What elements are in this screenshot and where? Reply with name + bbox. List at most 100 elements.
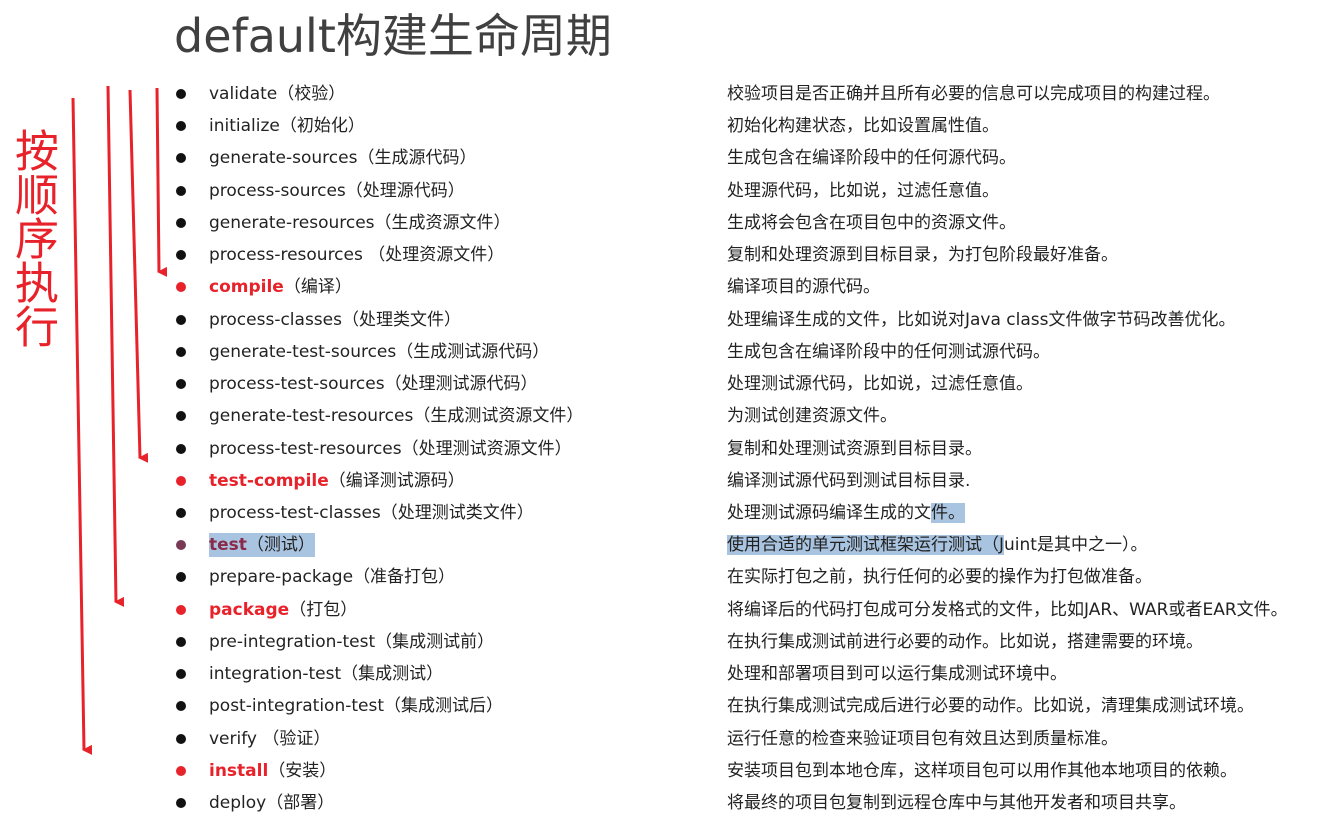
phase-name: initialize (209, 116, 280, 136)
phase-name: generate-resources (209, 213, 375, 233)
phase-description: 处理测试源码编译生成的文件。 (727, 501, 965, 525)
description-part: 件。 (931, 503, 965, 523)
phase-label: generate-test-resources（生成测试资源文件） (209, 404, 583, 428)
phase-row-test-compile: test-compile（编译测试源码） 编译测试源代码到测试目标目录. (0, 465, 1336, 497)
phase-cn-name: （处理源代码） (345, 181, 465, 201)
phase-name: verify (209, 729, 257, 749)
phase-description: 复制和处理资源到目标目录，为打包阶段最好准备。 (727, 245, 1118, 265)
phase-description: 生成包含在编译阶段中的任何源代码。 (727, 148, 1016, 168)
phase-name: integration-test (209, 664, 342, 684)
phase-name: process-resources (209, 245, 363, 265)
phase-cn-name: （集成测试前） (375, 632, 495, 652)
bullet-icon (176, 798, 186, 808)
bullet-icon (176, 734, 186, 744)
phase-name: process-classes (209, 310, 342, 330)
phase-row-verify: verify （验证） 运行任意的检查来验证项目包有效且达到质量标准。 (0, 723, 1336, 755)
phase-label: verify （验证） (209, 727, 330, 751)
phase-label: compile（编译） (209, 275, 352, 299)
bullet-icon (176, 701, 186, 711)
phase-row-package: package（打包） 将编译后的代码打包成可分发格式的文件，比如JAR、WAR或… (0, 594, 1336, 626)
phase-row-prepare-package: prepare-package（准备打包） 在实际打包之前，执行任何的必要的操作为… (0, 561, 1336, 593)
bullet-icon (176, 572, 186, 582)
phase-name: test (209, 535, 247, 555)
phase-cn-name: （校验） (277, 84, 346, 104)
phase-description: 生成包含在编译阶段中的任何测试源代码。 (727, 342, 1050, 362)
bullet-icon (176, 444, 186, 454)
phase-cn-name: （打包） (289, 600, 358, 620)
bullet-icon (176, 476, 186, 486)
phase-description: 生成将会包含在项目包中的资源文件。 (727, 213, 1016, 233)
phase-label: initialize（初始化） (209, 114, 365, 138)
bullet-icon (176, 379, 186, 389)
phase-cn-name: （验证） (256, 729, 331, 749)
phase-description: 将最终的项目包复制到远程仓库中与其他开发者和项目共享。 (727, 793, 1186, 813)
phase-cn-name: （编译测试源码） (328, 471, 465, 491)
phase-name: package (209, 600, 290, 620)
description-part: 使用合适的单元测试框架运行测试（J (727, 535, 1005, 555)
phase-description: 将编译后的代码打包成可分发格式的文件，比如JAR、WAR或者EAR文件。 (727, 600, 1288, 620)
phase-description: 为测试创建资源文件。 (727, 406, 897, 426)
phase-row-deploy: deploy（部署） 将最终的项目包复制到远程仓库中与其他开发者和项目共享。 (0, 787, 1336, 819)
phase-row-process-classes: process-classes（处理类文件） 处理编译生成的文件，比如说对Java… (0, 304, 1336, 336)
bullet-icon (176, 153, 186, 163)
phase-row-test: test（测试） 使用合适的单元测试框架运行测试（Juint是其中之一）。 (0, 529, 1336, 561)
phase-label: generate-test-sources（生成测试源代码） (209, 340, 549, 364)
phase-row-process-test-classes: process-test-classes（处理测试类文件） 处理测试源码编译生成的… (0, 497, 1336, 529)
bullet-icon (176, 637, 186, 647)
phase-description: 处理编译生成的文件，比如说对Java class文件做字节码改善优化。 (727, 310, 1236, 330)
phase-name: generate-test-sources (209, 342, 397, 362)
phase-cn-name: （安装） (268, 761, 337, 781)
phase-name: generate-test-resources (209, 406, 414, 426)
phase-cn-name: （生成测试资源文件） (413, 406, 584, 426)
phase-cn-name: （处理测试源代码） (384, 374, 538, 394)
phase-row-generate-resources: generate-resources（生成资源文件） 生成将会包含在项目包中的资源… (0, 207, 1336, 239)
phase-label: integration-test（集成测试） (209, 662, 443, 686)
phase-cn-name: （初始化） (279, 116, 365, 136)
phase-row-process-sources: process-sources（处理源代码） 处理源代码，比如说，过滤任意值。 (0, 175, 1336, 207)
phase-description: 使用合适的单元测试框架运行测试（Juint是其中之一）。 (727, 533, 1147, 557)
phase-cn-name: （处理类文件） (341, 310, 461, 330)
description-part: uint是其中之一）。 (1004, 535, 1148, 555)
phase-description: 安装项目包到本地仓库，这样项目包可以用作其他本地项目的依赖。 (727, 761, 1237, 781)
phase-cn-name: （生成测试源代码） (396, 342, 550, 362)
phase-name: generate-sources (209, 148, 358, 168)
bullet-icon (176, 121, 186, 131)
phase-cn-name: （生成资源文件） (374, 213, 511, 233)
phase-name: prepare-package (209, 567, 354, 587)
phase-cn-name: （处理资源文件） (362, 245, 505, 265)
bullet-icon (176, 605, 186, 615)
phase-cn-name: （准备打包） (353, 567, 456, 587)
phase-label: post-integration-test（集成测试后） (209, 694, 503, 718)
phase-name: process-test-resources (209, 439, 402, 459)
phase-cn-name: （编译） (283, 277, 352, 297)
phase-description: 校验项目是否正确并且所有必要的信息可以完成项目的构建过程。 (727, 84, 1220, 104)
phase-description: 在执行集成测试完成后进行必要的动作。比如说，清理集成测试环境。 (727, 696, 1254, 716)
phase-label: package（打包） (209, 598, 357, 622)
phase-label: generate-resources（生成资源文件） (209, 211, 511, 235)
bullet-icon (176, 186, 186, 196)
phase-name: deploy (209, 793, 267, 813)
phase-row-generate-test-sources: generate-test-sources（生成测试源代码） 生成包含在编译阶段中… (0, 336, 1336, 368)
phase-cn-name: （测试） (246, 535, 315, 555)
phase-description: 初始化构建状态，比如设置属性值。 (727, 116, 999, 136)
phase-label: pre-integration-test（集成测试前） (209, 630, 494, 654)
phase-name: process-test-sources (209, 374, 385, 394)
bullet-icon (176, 540, 186, 550)
phase-row-validate: validate（校验） 校验项目是否正确并且所有必要的信息可以完成项目的构建过程… (0, 78, 1336, 110)
description-part: 处理测试源码编译生成的文 (727, 503, 931, 523)
phase-row-post-integration-test: post-integration-test（集成测试后） 在执行集成测试完成后进行… (0, 690, 1336, 722)
phase-description: 复制和处理测试资源到目标目录。 (727, 439, 982, 459)
phase-cn-name: （集成测试） (341, 664, 444, 684)
bullet-icon (176, 282, 186, 292)
phase-name: post-integration-test (209, 696, 385, 716)
phase-label: prepare-package（准备打包） (209, 565, 455, 589)
phase-label: test（测试） (209, 533, 315, 557)
phase-row-generate-test-resources: generate-test-resources（生成测试资源文件） 为测试创建资源… (0, 400, 1336, 432)
phase-description: 处理测试源代码，比如说，过滤任意值。 (727, 374, 1033, 394)
bullet-icon (176, 766, 186, 776)
bullet-icon (176, 89, 186, 99)
phase-row-process-test-resources: process-test-resources（处理测试资源文件） 复制和处理测试资… (0, 433, 1336, 465)
phase-label: deploy（部署） (209, 791, 334, 815)
phase-label: process-sources（处理源代码） (209, 179, 465, 203)
phase-description: 编译项目的源代码。 (727, 277, 880, 297)
